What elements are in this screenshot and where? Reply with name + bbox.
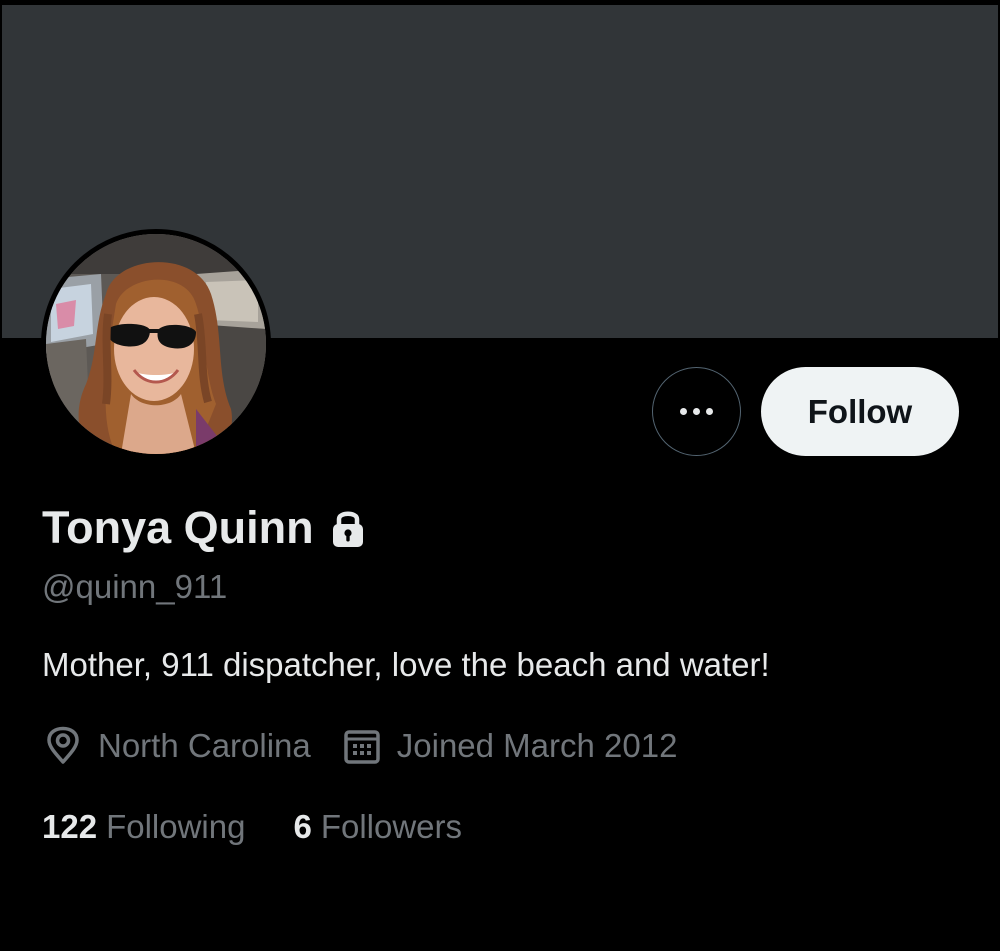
following-link[interactable]: 122 Following bbox=[42, 806, 245, 848]
profile-page: Follow Tonya Quinn @quinn_911 Mother, 91… bbox=[0, 0, 1000, 951]
followers-link[interactable]: 6 Followers bbox=[293, 806, 462, 848]
joined-text: Joined March 2012 bbox=[396, 727, 678, 764]
avatar-photo bbox=[46, 234, 266, 454]
followers-count: 6 bbox=[293, 808, 312, 845]
name-row: Tonya Quinn bbox=[42, 500, 366, 556]
follow-button[interactable]: Follow bbox=[761, 367, 959, 456]
profile-stats: 122 Following 6 Followers bbox=[42, 806, 462, 848]
joined-item: Joined March 2012 bbox=[343, 725, 678, 767]
lock-icon bbox=[332, 511, 363, 547]
location-text: North Carolina bbox=[98, 727, 311, 764]
map-pin-icon bbox=[47, 726, 79, 764]
following-count: 122 bbox=[42, 808, 98, 845]
profile-meta: North Carolina Joined March 2012 bbox=[44, 725, 677, 767]
more-options-icon bbox=[680, 408, 713, 415]
avatar[interactable] bbox=[41, 229, 271, 459]
following-label: Following bbox=[106, 808, 246, 845]
display-name: Tonya Quinn bbox=[42, 502, 314, 553]
profile-bio: Mother, 911 dispatcher, love the beach a… bbox=[42, 646, 770, 683]
location-item: North Carolina bbox=[44, 725, 311, 767]
more-options-button[interactable] bbox=[652, 367, 741, 456]
followers-label: Followers bbox=[320, 808, 463, 845]
calendar-icon bbox=[344, 730, 380, 764]
profile-handle: @quinn_911 bbox=[42, 568, 228, 605]
